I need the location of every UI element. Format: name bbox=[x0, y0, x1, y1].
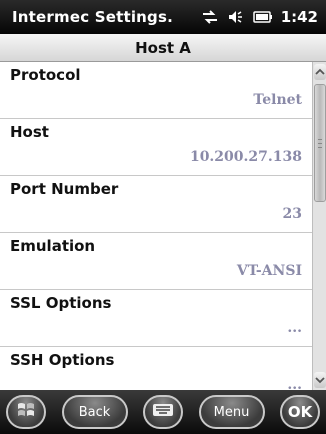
setting-value: Telnet bbox=[253, 92, 302, 108]
setting-label: SSH Options bbox=[10, 351, 115, 369]
setting-row-protocol[interactable]: Protocol Telnet bbox=[0, 62, 312, 119]
menu-button[interactable]: Menu bbox=[198, 395, 265, 429]
clock[interactable]: 1:42 bbox=[281, 8, 318, 26]
settings-list: Protocol Telnet Host 10.200.27.138 Port … bbox=[0, 62, 312, 390]
setting-row-ssl-options[interactable]: SSL Options ... bbox=[0, 290, 312, 347]
setting-label: Port Number bbox=[10, 180, 119, 198]
setting-value: ... bbox=[287, 377, 302, 390]
softkey-bar: Back Menu OK bbox=[0, 390, 326, 434]
status-bar: Intermec Settings. 1:42 bbox=[0, 0, 326, 34]
setting-row-emulation[interactable]: Emulation VT-ANSI bbox=[0, 233, 312, 290]
setting-value: VT-ANSI bbox=[236, 263, 302, 279]
setting-row-ssh-options[interactable]: SSH Options ... bbox=[0, 347, 312, 390]
scroll-down-arrow-icon[interactable] bbox=[314, 372, 326, 388]
setting-label: Host bbox=[10, 123, 49, 141]
back-button[interactable]: Back bbox=[61, 395, 128, 429]
setting-row-host[interactable]: Host 10.200.27.138 bbox=[0, 119, 312, 176]
setting-value: ... bbox=[287, 320, 302, 336]
battery-icon[interactable] bbox=[252, 9, 273, 25]
scroll-up-arrow-icon[interactable] bbox=[314, 64, 326, 80]
setting-label: Emulation bbox=[10, 237, 96, 255]
scroll-thumb[interactable] bbox=[314, 84, 326, 202]
connectivity-icon[interactable] bbox=[201, 9, 219, 25]
keyboard-icon bbox=[152, 403, 174, 421]
page-title: Host A bbox=[0, 34, 326, 62]
setting-label: Protocol bbox=[10, 66, 81, 84]
setting-label: SSL Options bbox=[10, 294, 112, 312]
setting-value: 10.200.27.138 bbox=[189, 149, 302, 165]
scrollbar[interactable] bbox=[312, 62, 326, 390]
windows-start-icon bbox=[16, 401, 36, 423]
app-title: Intermec Settings. bbox=[12, 8, 174, 26]
setting-row-port-number[interactable]: Port Number 23 bbox=[0, 176, 312, 233]
ok-button[interactable]: OK bbox=[280, 395, 320, 429]
setting-value: 23 bbox=[282, 206, 302, 222]
keyboard-button[interactable] bbox=[143, 395, 183, 429]
start-button[interactable] bbox=[6, 395, 46, 429]
volume-icon[interactable] bbox=[227, 9, 245, 25]
